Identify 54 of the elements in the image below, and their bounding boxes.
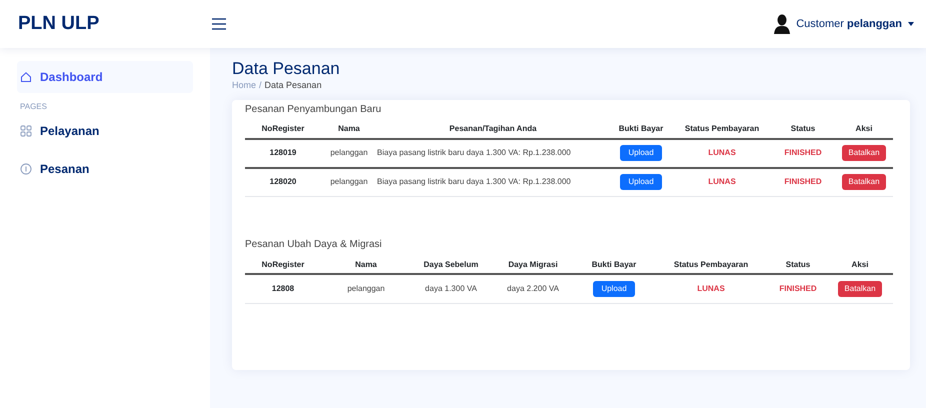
register-number: 128020 <box>270 177 296 186</box>
column-header: Bukti Bayar <box>618 124 664 133</box>
cancel-button[interactable]: Batalkan <box>842 145 886 161</box>
column-header: NoRegister <box>262 260 304 268</box>
table-text: pelanggan <box>330 177 368 186</box>
status-text: LUNAS <box>697 284 725 293</box>
order-description: Biaya pasang listrik baru daya 1.300 VA: Rp.1.238.000 <box>377 148 571 157</box>
table-text: daya 2.200 VA <box>507 284 559 293</box>
caret-icon[interactable] <box>908 22 914 26</box>
status-text: LUNAS <box>708 177 736 186</box>
sidebar-item[interactable]: Pesanan <box>17 153 193 185</box>
user-avatar-icon[interactable] <box>774 14 790 34</box>
column-header: Bukti Bayar <box>592 260 636 268</box>
cancel-button[interactable]: Batalkan <box>842 174 886 190</box>
section-heading: PAGES <box>19 101 48 113</box>
status-text: LUNAS <box>708 148 736 157</box>
order-description: Biaya pasang listrik baru daya 1.300 VA: Rp.1.238.000 <box>377 177 571 186</box>
column-header: NoRegister <box>262 124 304 133</box>
column-header: Nama <box>355 260 377 268</box>
register-number: 128019 <box>270 148 296 157</box>
table-text: daya 1.300 VA <box>425 284 477 293</box>
table-text: pelanggan <box>347 284 385 293</box>
column-header: Status <box>786 260 810 268</box>
sidebar-item[interactable]: Pelayanan <box>17 115 193 147</box>
column-header: Aksi <box>852 260 868 268</box>
status-text: FINISHED <box>779 284 817 293</box>
table-title: Pesanan Ubah Daya & Migrasi <box>245 238 383 252</box>
breadcrumb-current: Data Pesanan <box>264 79 322 92</box>
breadcrumb-link[interactable]: Home <box>232 79 256 92</box>
column-header: Pesanan/Tagihan Anda <box>449 124 537 133</box>
status-text: FINISHED <box>784 177 822 186</box>
column-header: Status Pembayaran <box>674 260 748 268</box>
sidebar-item[interactable]: Dashboard <box>17 61 193 93</box>
column-header: Status Pembayaran <box>684 124 760 133</box>
status-text: FINISHED <box>784 148 822 157</box>
table-title: Pesanan Penyambungan Baru <box>245 102 382 116</box>
menu-icon[interactable] <box>212 18 226 30</box>
breadcrumb-separator: / <box>259 79 262 92</box>
user-name[interactable]: Customer pelanggan <box>796 16 902 32</box>
upload-button[interactable]: Upload <box>620 145 662 161</box>
column-header: Aksi <box>856 124 872 133</box>
brand-logo[interactable]: PLN ULP <box>18 12 100 34</box>
upload-button[interactable]: Upload <box>593 280 635 297</box>
table-text: pelanggan <box>330 148 368 157</box>
grid-icon <box>20 125 32 137</box>
column-header: Status <box>790 124 816 133</box>
page-title: Data Pesanan <box>232 59 341 79</box>
register-number: 12808 <box>272 284 294 293</box>
upload-button[interactable]: Upload <box>620 174 662 190</box>
column-header: Daya Migrasi <box>508 260 558 268</box>
column-header: Nama <box>338 124 360 133</box>
home-icon <box>20 71 32 83</box>
column-header: Daya Sebelum <box>424 260 478 268</box>
cancel-button[interactable]: Batalkan <box>838 280 882 297</box>
